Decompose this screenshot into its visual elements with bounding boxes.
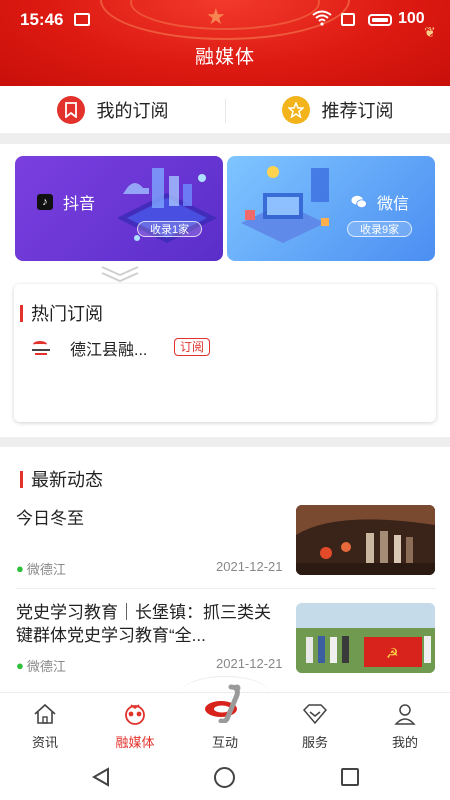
news-source: ● 微德江: [16, 559, 66, 578]
page-title: 融媒体: [194, 47, 255, 68]
bookmark-icon: [56, 95, 85, 124]
subscribe-button[interactable]: 订阅: [174, 338, 211, 356]
platform-label: 微信: [377, 196, 410, 213]
source-label: 微德江: [26, 659, 66, 674]
nav-item-media[interactable]: 融媒体: [90, 693, 180, 755]
section-gap: [0, 134, 450, 144]
dejiang-logo-icon: [32, 339, 50, 357]
back-icon[interactable]: [92, 767, 110, 787]
hot-subscriptions-panel: 热门订阅 德江县融... 订阅: [14, 284, 436, 422]
news-thumbnail: [296, 505, 435, 575]
nav-label: 资讯: [31, 735, 58, 750]
media-icon: [122, 702, 148, 726]
profile-icon: [392, 702, 418, 726]
interact-logo-icon[interactable]: [203, 683, 247, 723]
section-gap: [0, 437, 450, 447]
nav-item-news[interactable]: 资讯: [0, 693, 90, 755]
tiktok-icon: ♪: [37, 194, 53, 210]
wechat-card[interactable]: 微信 收录9家: [227, 156, 435, 261]
nav-label: 互动: [211, 735, 238, 750]
news-source: ● 微德江: [16, 656, 66, 675]
tech-illustration: [117, 168, 217, 243]
news-item[interactable]: 今日冬至 ● 微德江 2021-12-21: [0, 505, 450, 590]
status-bar: 15:46 100: [0, 0, 450, 40]
nav-label: 我的: [391, 735, 418, 750]
section-title-text: 最新动态: [31, 470, 103, 490]
app-header: ★ ❦ 15:46 100 融媒体: [0, 0, 450, 86]
sim-icon: [341, 13, 355, 26]
system-navigation-bar: [0, 755, 450, 800]
section-title: 热门订阅: [20, 300, 103, 326]
image-notification-icon: [74, 13, 90, 26]
status-time: 15:46: [20, 10, 64, 29]
expand-chevron-icon[interactable]: [100, 263, 140, 283]
tab-my-subscriptions[interactable]: 我的订阅: [0, 86, 225, 133]
news-thumbnail: ☭: [296, 603, 435, 673]
tab-label: 推荐订阅: [321, 100, 394, 121]
source-label: 微德江: [26, 562, 66, 577]
platform-label: 抖音: [63, 196, 96, 213]
divider: [16, 588, 436, 589]
battery-percent: 100: [398, 10, 425, 27]
nav-item-service[interactable]: 服务: [270, 693, 360, 755]
platform-name: ♪ 抖音: [37, 190, 95, 214]
news-headline: 党史学习教育｜长堡镇：抓三类关键群体党史学习教育“全...: [16, 603, 271, 645]
section-title: 最新动态: [20, 466, 103, 492]
wechat-icon: ●: [16, 658, 24, 673]
battery-icon: [368, 14, 392, 26]
subscription-name: 德江县融...: [70, 342, 148, 359]
tab-divider: [225, 99, 226, 123]
wifi-icon: [312, 10, 332, 31]
list-item[interactable]: 德江县融...: [32, 336, 147, 360]
service-icon: [302, 702, 328, 726]
news-headline: 今日冬至: [16, 509, 84, 528]
star-icon: [281, 95, 310, 124]
wechat-icon: ●: [16, 561, 24, 576]
title-accent-bar: [20, 470, 23, 488]
section-title-text: 热门订阅: [31, 304, 103, 324]
platform-name: 微信: [351, 190, 409, 214]
nav-item-profile[interactable]: 我的: [360, 693, 450, 755]
douyin-card[interactable]: ♪ 抖音 收录1家: [15, 156, 223, 261]
news-date: 2021-12-21: [216, 559, 283, 574]
home-icon: [32, 702, 58, 726]
recent-apps-icon[interactable]: [341, 768, 359, 786]
wechat-icon: [351, 194, 367, 210]
nav-label: 服务: [301, 735, 328, 750]
count-badge: 收录1家: [137, 221, 203, 237]
nav-label: 融媒体: [115, 735, 155, 750]
count-badge: 收录9家: [347, 221, 413, 237]
news-date: 2021-12-21: [216, 656, 283, 671]
news-item[interactable]: 党史学习教育｜长堡镇：抓三类关键群体党史学习教育“全... ● 微德江 2021…: [0, 600, 450, 685]
home-button-icon[interactable]: [214, 767, 235, 788]
svg-text:☭: ☭: [386, 646, 399, 662]
tab-label: 我的订阅: [96, 100, 169, 121]
tech-illustration: [241, 166, 329, 243]
title-accent-bar: [20, 304, 23, 322]
tab-recommended-subscriptions[interactable]: 推荐订阅: [225, 86, 450, 133]
